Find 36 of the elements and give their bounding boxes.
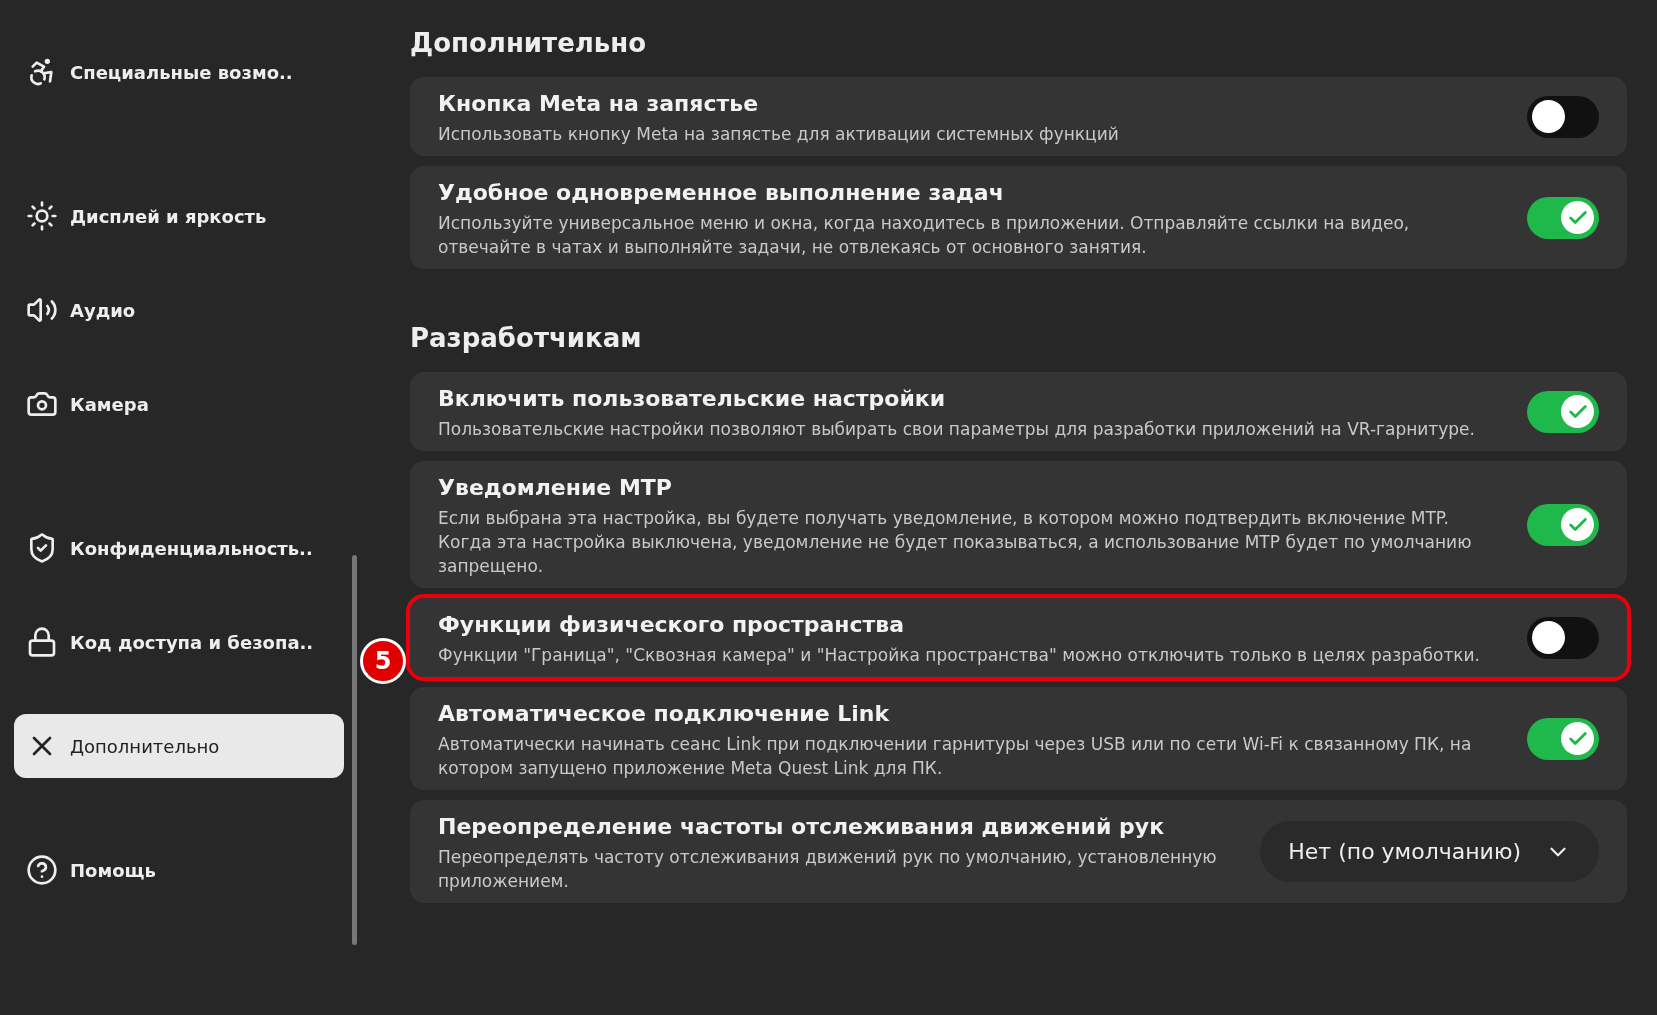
setting-title: Функции физического пространства: [438, 611, 906, 639]
setting-title: Включить пользовательские настройки: [438, 385, 947, 413]
setting-description: Используйте универсальное меню и окна, когда находитесь в приложении. Отправляйте ссылки на видео, отвечайте в чатах и выполняйте задачи, не отвлекаясь от основного занятия.: [438, 212, 1411, 259]
lock-icon: [26, 626, 58, 658]
section-title: Разработчикам: [410, 322, 643, 355]
help-icon: [26, 854, 58, 886]
sun-icon: [26, 200, 58, 232]
setting-title: Автоматическое подключение Link: [438, 700, 891, 728]
section-title: Дополнительно: [410, 27, 648, 60]
sidebar-item[interactable]: Конфиденциальность..: [14, 516, 344, 580]
setting-title: Переопределение частоты отслеживания движений рук: [438, 813, 1166, 841]
setting-title: Удобное одновременное выполнение задач: [438, 179, 1005, 207]
setting-description: Функции "Граница", "Сквозная камера" и "Настройка пространства" можно отключить только в целях разработки.: [438, 644, 1481, 667]
annotation-badge: 5: [360, 638, 406, 684]
setting-title: Кнопка Meta на запястье: [438, 90, 760, 118]
dropdown[interactable]: Нет (по умолчанию): [1260, 821, 1599, 882]
toggle-switch[interactable]: [1527, 616, 1599, 659]
setting-description: Пользовательские настройки позволяют выбирать свои параметры для разработки приложений на VR-гарнитуре.: [438, 418, 1476, 441]
scrollbar[interactable]: [352, 555, 357, 945]
sidebar-item[interactable]: Код доступа и безопа..: [14, 610, 344, 674]
sidebar-item[interactable]: Помощь: [14, 838, 344, 902]
sidebar-item[interactable]: Специальные возмо..: [14, 40, 344, 104]
sidebar-item[interactable]: Дополнительно: [14, 714, 344, 778]
toggle-switch[interactable]: [1527, 196, 1599, 239]
sidebar-item[interactable]: Камера: [14, 372, 344, 436]
setting-description: Если выбрана эта настройка, вы будете получать уведомление, в котором можно подтвердить включение MTP. Когда эта настройка выключена, уведомление не будет показываться, а использование MTP будет по умолчанию запрещено.: [438, 507, 1473, 578]
toggle-switch[interactable]: [1527, 390, 1599, 433]
sidebar-item[interactable]: Аудио: [14, 278, 344, 342]
toggle-switch[interactable]: [1527, 95, 1599, 138]
toggle-switch[interactable]: [1527, 503, 1599, 546]
setting-description: Автоматически начинать сеанс Link при подключении гарнитуры через USB или по сети Wi-Fi к связанному ПК, на котором запущено приложение Meta Quest Link для ПК.: [438, 733, 1473, 780]
setting-description: Использовать кнопку Meta на запястье для активации системных функций: [438, 123, 1120, 146]
setting-title: Уведомление MTP: [438, 474, 673, 502]
setting-description: Переопределять частоту отслеживания движений рук по умолчанию, установленную приложением.: [438, 846, 1218, 893]
sidebar-item[interactable]: Дисплей и яркость: [14, 184, 344, 248]
toggle-switch[interactable]: [1527, 717, 1599, 760]
